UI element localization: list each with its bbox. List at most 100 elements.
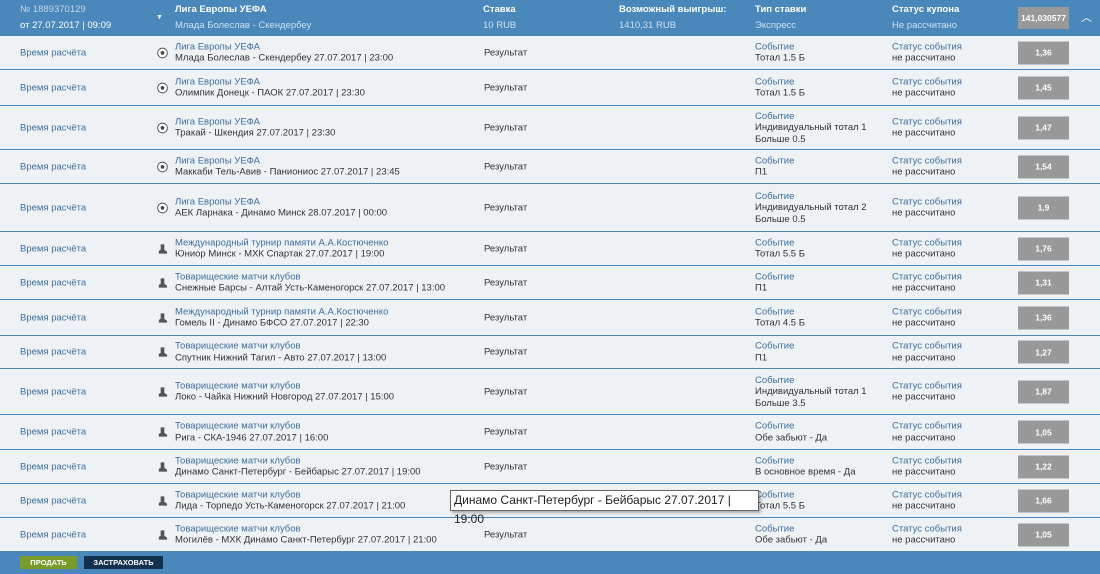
odds-badge: 1,54 [1018,155,1069,178]
settle-time-label: Время расчёта [20,46,87,58]
event-match[interactable]: Могилёв - МХК Динамо Санкт-Петербург 27.… [175,535,437,547]
event-league: Товарищеские матчи клубов [175,489,301,500]
stake-label: Ставка [483,4,516,15]
event-status-line: Статус события [892,489,962,500]
settle-time-label: Время расчёта [20,494,87,506]
event-match[interactable]: Гомель II - Динамо БФСО 27.07.2017 | 22:… [175,318,388,330]
bet-line: Тотал 1.5 Б [755,87,805,99]
event-status-line: Статус события [892,116,962,127]
settle-time-label: Время расчёта [20,311,87,323]
settle-time-label: Время расчёта [20,276,87,288]
event-row: Время расчёта Товарищеские матчи клубов … [0,369,1100,415]
event-status-line: Статус события [892,455,962,466]
bet-line: Событие [755,190,795,202]
event-status-line: Статус события [892,271,962,282]
odds-badge: 1,87 [1018,380,1069,403]
event-status-line: Статус события [892,76,962,87]
event-result: Результат [484,46,528,58]
event-status-line: Статус события [892,306,962,317]
event-row: Время расчёта Лига Европы УЕФА Маккаби Т… [0,150,1100,184]
event-status-line: не рассчитано [892,352,956,363]
coupon-status-value: Не рассчитано [892,20,958,31]
event-list: Время расчёта Лига Европы УЕФА Млада Бол… [0,36,1100,552]
bet-line: П1 [755,282,768,294]
event-match[interactable]: Олимпик Донецк - ПАОК 27.07.2017 | 23:30 [175,88,365,100]
hockey-skate-icon [157,461,168,472]
collapse-chevron-icon[interactable]: ︿ [1081,10,1092,26]
win-value: 1410,31 RUB [619,20,677,31]
odds-badge: 1,22 [1018,455,1069,478]
bet-line: Событие [755,41,795,52]
event-match[interactable]: Маккаби Тель-Авив - Паниониос 27.07.2017… [175,167,400,179]
bet-type-label: Тип ставки [755,4,807,15]
event-league: Товарищеские матчи клубов [175,271,301,282]
event-match[interactable]: Юниор Минск - МХК Спартак 27.07.2017 | 1… [175,249,388,261]
hockey-skate-icon [157,312,168,323]
event-match[interactable]: Снежные Барсы - Алтай Усть-Каменогорск 2… [175,283,445,295]
header-match: Млада Болеслав - Скендербеу [175,20,312,31]
event-status-line: Статус события [892,380,962,391]
bet-line: Индивидуальный тотал 1 [755,385,867,397]
bet-line: Обе забьют - Да [755,432,828,443]
event-row: Время расчёта Международный турнир памят… [0,300,1100,336]
event-result: Результат [484,311,528,323]
event-league: Товарищеские матчи клубов [175,420,301,432]
event-result: Результат [484,385,528,397]
event-status-line: Статус события [892,196,962,207]
event-result: Результат [484,81,528,93]
soccer-ball-icon [157,82,168,93]
odds-badge: 1,47 [1018,116,1069,139]
event-league: Товарищеские матчи клубов [175,455,301,466]
settle-time-label: Время расчёта [20,460,87,472]
soccer-ball-icon [157,122,168,133]
bet-line: П1 [755,166,768,178]
event-result: Результат [484,460,528,472]
bet-line: Событие [755,523,795,534]
event-result: Результат [484,528,528,540]
coupon-header: № 1889370129 от 27.07.2017 | 09:09 ▼ Лиг… [0,0,1100,36]
event-status-line: Статус события [892,41,962,52]
event-match[interactable]: Динамо Санкт-Петербург - Бейбарыс 27.07.… [175,467,421,479]
sell-button[interactable]: ПРОДАТЬ [20,556,77,569]
event-match[interactable]: Локо - Чайка Нижний Новгород 27.07.2017 … [175,392,394,404]
settle-time-label: Время расчёта [20,528,87,540]
odds-badge: 1,36 [1018,41,1069,64]
event-match[interactable]: Млада Болеслав - Скендербеу 27.07.2017 |… [175,53,393,65]
event-row: Время расчёта Товарищеские матчи клубов … [0,518,1100,552]
event-match[interactable]: Спутник Нижний Тагил - Авто 27.07.2017 |… [175,352,386,364]
header-league: Лига Европы УЕФА [175,4,267,15]
settle-time-label: Время расчёта [20,242,87,254]
odds-badge: 1,9 [1018,196,1069,219]
insure-button[interactable]: ЗАСТРАХОВАТЬ [84,556,163,569]
event-status-line: не рассчитано [892,466,956,478]
event-status-line: не рассчитано [892,166,956,178]
odds-badge: 1,36 [1018,306,1069,329]
event-result: Результат [484,242,528,254]
event-match[interactable]: Лида - Торпедо Усть-Каменогорск 27.07.20… [175,501,405,513]
event-match[interactable]: АЕК Ларнака - Динамо Минск 28.07.2017 | … [175,208,387,220]
hockey-skate-icon [157,277,168,288]
footer-bar: ПРОДАТЬ ЗАСТРАХОВАТЬ [0,552,1100,574]
hockey-skate-icon [157,495,168,506]
dropdown-caret-icon[interactable]: ▼ [156,10,163,26]
bet-line: Событие [755,420,795,432]
bet-line: Обе забьют - Да [755,534,828,546]
event-status-line: не рассчитано [892,52,956,64]
event-status-line: не рассчитано [892,432,956,443]
event-league: Товарищеские матчи клубов [175,340,301,352]
bet-type-value: Экспресс [755,20,797,31]
event-match[interactable]: Тракай - Шкендия 27.07.2017 | 23:30 [175,128,335,140]
event-status-line: не рассчитано [892,282,956,294]
odds-badge: 1,45 [1018,76,1069,99]
coupon-status-label: Статус купона [892,4,960,15]
bet-line: П1 [755,352,768,363]
bet-line: Событие [755,110,795,122]
event-status-line: не рассчитано [892,317,956,329]
event-league: Лига Европы УЕФА [175,116,261,127]
event-row: Время расчёта Товарищеские матчи клубов … [0,450,1100,484]
bet-line: Событие [755,455,795,466]
bet-line: Больше 3.5 [755,397,806,409]
event-match[interactable]: Рига - СКА-1946 27.07.2017 | 16:00 [175,432,328,444]
coupon-date: от 27.07.2017 | 09:09 [20,20,112,31]
event-row: Время расчёта Лига Европы УЕФА Олимпик Д… [0,70,1100,106]
